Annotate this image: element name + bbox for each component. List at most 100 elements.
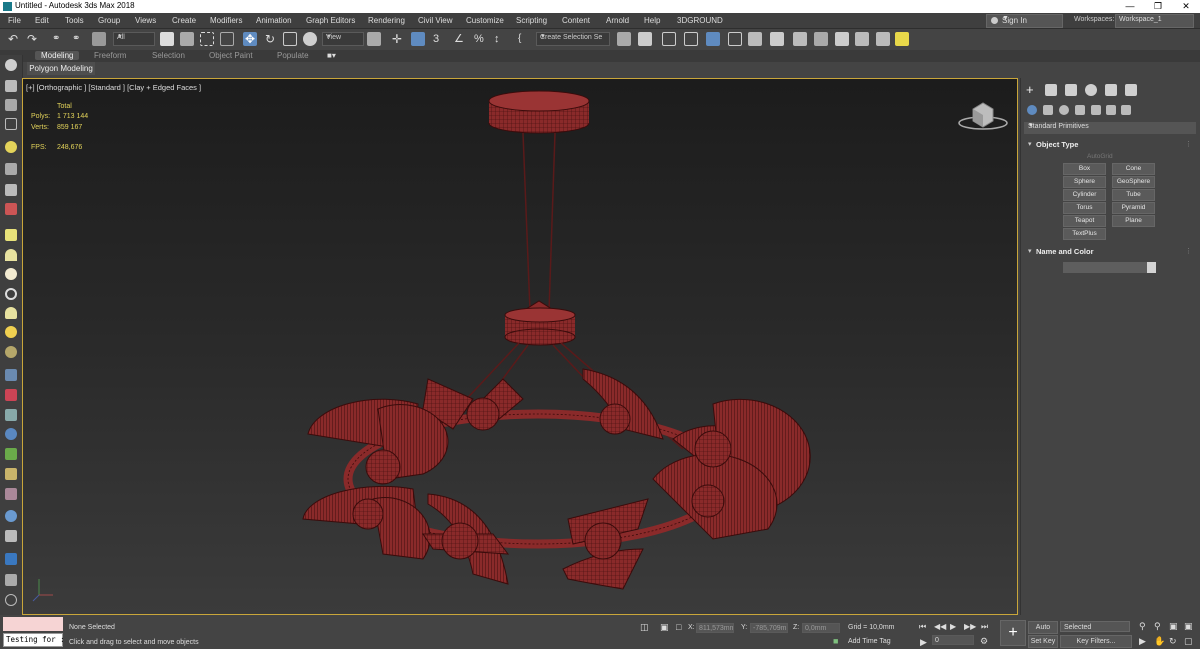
menu-help[interactable]: Help — [644, 16, 660, 25]
menu-create[interactable]: Create — [172, 16, 196, 25]
object-name-field[interactable] — [1063, 262, 1149, 273]
render-setup-icon[interactable] — [793, 32, 807, 46]
add-time-tag-button[interactable]: Add Time Tag — [848, 638, 891, 645]
spinner-snap-icon[interactable]: ↕ — [494, 32, 508, 46]
menu-edit[interactable]: Edit — [35, 16, 49, 25]
sign-in-button[interactable]: Sign In ▼ — [986, 14, 1063, 28]
pyramid-button[interactable]: Pyramid — [1112, 202, 1155, 214]
time-configuration-icon[interactable]: ⚙ — [980, 636, 988, 647]
ribbon-options-icon[interactable]: ■▾ — [327, 51, 336, 60]
grid-icon[interactable] — [5, 369, 17, 381]
visibility-icon[interactable] — [5, 59, 17, 71]
orbit-icon[interactable]: ↻ — [1169, 636, 1177, 647]
modify-tab-icon[interactable] — [1045, 84, 1057, 96]
tube-button[interactable]: Tube — [1112, 189, 1155, 201]
zoom-extents-icon[interactable]: ▣ — [1169, 621, 1178, 632]
keyboard-shortcut-override-icon[interactable] — [411, 32, 425, 46]
link-icon[interactable]: ⚭ — [52, 32, 66, 46]
tab-selection[interactable]: Selection — [152, 51, 185, 60]
create-tab-icon[interactable]: + — [1026, 83, 1038, 96]
tools-icon[interactable] — [5, 163, 17, 175]
character-icon[interactable] — [5, 409, 17, 421]
leaf-icon[interactable] — [5, 448, 17, 460]
unlink-icon[interactable]: ⚭ — [72, 32, 86, 46]
utilities-tab-icon[interactable] — [1125, 84, 1137, 96]
menu-customize[interactable]: Customize — [466, 16, 504, 25]
place-icon[interactable] — [303, 32, 317, 46]
menu-content[interactable]: Content — [562, 16, 590, 25]
sphere-button[interactable]: Sphere — [1063, 176, 1106, 188]
space-warps-icon[interactable] — [1106, 105, 1116, 115]
minimize-icon[interactable]: — — [1116, 0, 1144, 13]
menu-arnold[interactable]: Arnold — [606, 16, 629, 25]
selection-filter-dropdown[interactable]: All ▼ — [113, 32, 155, 46]
dome-icon[interactable] — [5, 249, 17, 261]
tab-populate[interactable]: Populate — [277, 51, 309, 60]
lights-icon[interactable] — [1059, 105, 1069, 115]
help-icon[interactable] — [5, 594, 17, 606]
select-and-rotate-icon[interactable]: ↻ — [263, 32, 277, 46]
name-and-color-rollout-header[interactable]: ▾ Name and Color ⋮ — [1024, 246, 1194, 257]
maxscript-output[interactable]: Testing for : — [3, 633, 65, 647]
menu-views[interactable]: Views — [135, 16, 156, 25]
menu-3dground[interactable]: 3DGROUND — [677, 16, 723, 25]
pan-icon[interactable]: ✋ — [1154, 636, 1165, 647]
set-key-button[interactable]: Set Key — [1028, 635, 1058, 648]
pivot-center-icon[interactable] — [367, 32, 381, 46]
close-icon[interactable]: ✕ — [1172, 0, 1200, 13]
z-coordinate-field[interactable]: 0,0mm — [802, 623, 840, 633]
bind-space-warp-icon[interactable] — [92, 32, 106, 46]
next-frame-icon[interactable]: ▶▶ — [964, 622, 976, 631]
menu-civil-view[interactable]: Civil View — [418, 16, 453, 25]
zoom-all-icon[interactable]: ⚲ — [1154, 621, 1161, 632]
autogrid-checkbox[interactable]: AutoGrid — [1087, 153, 1113, 160]
named-selection-dropdown[interactable]: Create Selection Se ▼ — [536, 32, 610, 46]
maximize-icon[interactable]: ❐ — [1144, 0, 1172, 13]
chandelier-model[interactable] — [23, 79, 1017, 614]
material-editor-icon[interactable] — [770, 32, 784, 46]
ring-icon[interactable] — [5, 346, 17, 358]
cameras-icon[interactable] — [1075, 105, 1085, 115]
table-icon[interactable] — [5, 118, 17, 130]
polygon-modeling-panel[interactable]: Polygon Modeling — [27, 62, 95, 75]
menu-file[interactable]: File — [8, 16, 21, 25]
select-by-name-icon[interactable] — [180, 32, 194, 46]
snaps-toggle-icon[interactable]: 3 — [433, 32, 447, 46]
tab-freeform[interactable]: Freeform — [94, 51, 126, 60]
box-icon[interactable] — [5, 229, 17, 241]
rectangular-selection-icon[interactable] — [200, 32, 214, 46]
select-object-icon[interactable] — [160, 32, 174, 46]
redo-icon[interactable]: ↷ — [27, 32, 41, 46]
cone-icon[interactable] — [5, 307, 17, 319]
object-type-rollout-header[interactable]: ▾ Object Type ⋮ — [1024, 139, 1194, 150]
field-of-view-icon[interactable]: ▶ — [1139, 636, 1146, 647]
cylinder-button[interactable]: Cylinder — [1063, 189, 1106, 201]
schematic-view-icon[interactable] — [748, 32, 762, 46]
scatter-icon[interactable] — [5, 488, 17, 500]
key-mode-toggle-icon[interactable]: ▶ — [920, 637, 927, 648]
key-selection-dropdown[interactable]: Selected — [1060, 621, 1130, 632]
torus-button[interactable]: Torus — [1063, 202, 1106, 214]
render-icon[interactable] — [5, 553, 17, 565]
y-coordinate-field[interactable]: -785,709m — [750, 623, 788, 633]
helpers-icon[interactable] — [1091, 105, 1101, 115]
x-coordinate-field[interactable]: 811,573mm — [696, 623, 734, 633]
display-icon[interactable] — [5, 203, 17, 215]
systems-icon[interactable] — [1121, 105, 1131, 115]
edit-named-selection-icon[interactable]: { — [518, 32, 532, 46]
shapes-icon[interactable] — [1043, 105, 1053, 115]
tab-object-paint[interactable]: Object Paint — [209, 51, 253, 60]
pen-icon[interactable] — [5, 389, 17, 401]
layer-explorer-icon[interactable] — [684, 32, 698, 46]
viewport-orthographic[interactable]: [+] [Orthographic ] [Standard ] [Clay + … — [22, 78, 1018, 615]
primitive-category-dropdown[interactable]: Standard Primitives ▼ — [1024, 122, 1196, 134]
settings-icon[interactable] — [5, 574, 17, 586]
object-properties-icon[interactable] — [5, 530, 17, 542]
menu-modifiers[interactable]: Modifiers — [210, 16, 242, 25]
previous-frame-icon[interactable]: ◀◀ — [934, 622, 946, 631]
absolute-mode-icon[interactable]: □ — [676, 622, 681, 632]
workspace-dropdown[interactable]: Workspace_1 — [1115, 14, 1194, 28]
container-icon[interactable] — [5, 80, 17, 92]
geometry-icon[interactable] — [1027, 105, 1037, 115]
teapot-button[interactable]: Teapot — [1063, 215, 1106, 227]
